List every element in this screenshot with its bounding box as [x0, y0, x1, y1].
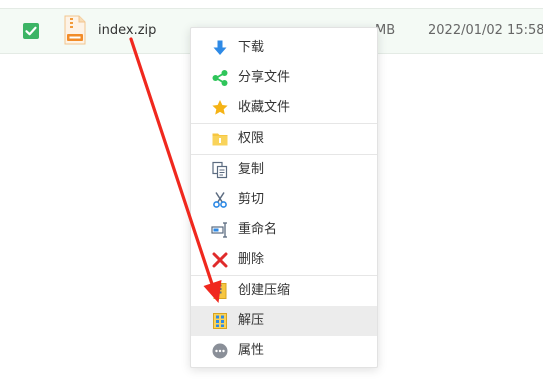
archive-extract-icon	[211, 312, 229, 330]
file-size: MB	[375, 23, 396, 38]
menu-item-label: 属性	[238, 343, 265, 358]
file-name[interactable]: index.zip	[98, 22, 156, 40]
menu-item-create-archive[interactable]: 创建压缩	[191, 276, 377, 306]
menu-item-label: 解压	[238, 313, 265, 328]
menu-item-label: 删除	[238, 252, 265, 267]
context-menu: 下载 分享文件 收藏文件 权限 复制 剪切 重命名 删除 创建压缩 解压 属性	[190, 27, 378, 368]
share-icon	[211, 69, 229, 87]
menu-item-cut[interactable]: 剪切	[191, 185, 377, 215]
menu-item-favorite[interactable]: 收藏文件	[191, 93, 377, 123]
menu-item-label: 剪切	[238, 192, 265, 207]
menu-item-rename[interactable]: 重命名	[191, 215, 377, 245]
delete-x-icon	[211, 251, 229, 269]
download-arrow-icon	[211, 39, 229, 57]
menu-item-label: 分享文件	[238, 70, 291, 85]
menu-item-properties[interactable]: 属性	[191, 336, 377, 366]
star-icon	[211, 99, 229, 117]
menu-item-label: 收藏文件	[238, 100, 291, 115]
file-modified-date: 2022/01/02 15:58:22	[428, 23, 543, 38]
menu-item-permissions[interactable]: 权限	[191, 124, 377, 154]
menu-item-label: 复制	[238, 162, 265, 177]
menu-item-label: 重命名	[238, 222, 278, 237]
rename-icon	[211, 221, 229, 239]
checkmark-icon	[25, 26, 37, 36]
folder-lock-icon	[211, 130, 229, 148]
menu-item-download[interactable]: 下载	[191, 33, 377, 63]
menu-item-share[interactable]: 分享文件	[191, 63, 377, 93]
menu-item-label: 权限	[238, 131, 265, 146]
menu-item-label: 创建压缩	[238, 283, 291, 298]
menu-item-copy[interactable]: 复制	[191, 155, 377, 185]
copy-icon	[211, 161, 229, 179]
row-checkbox[interactable]	[23, 23, 39, 39]
archive-create-icon	[211, 282, 229, 300]
menu-item-label: 下载	[238, 40, 265, 55]
scissors-icon	[211, 191, 229, 209]
zip-file-icon	[64, 15, 86, 45]
menu-item-delete[interactable]: 删除	[191, 245, 377, 275]
menu-item-extract[interactable]: 解压	[191, 306, 377, 336]
more-dots-icon	[211, 342, 229, 360]
